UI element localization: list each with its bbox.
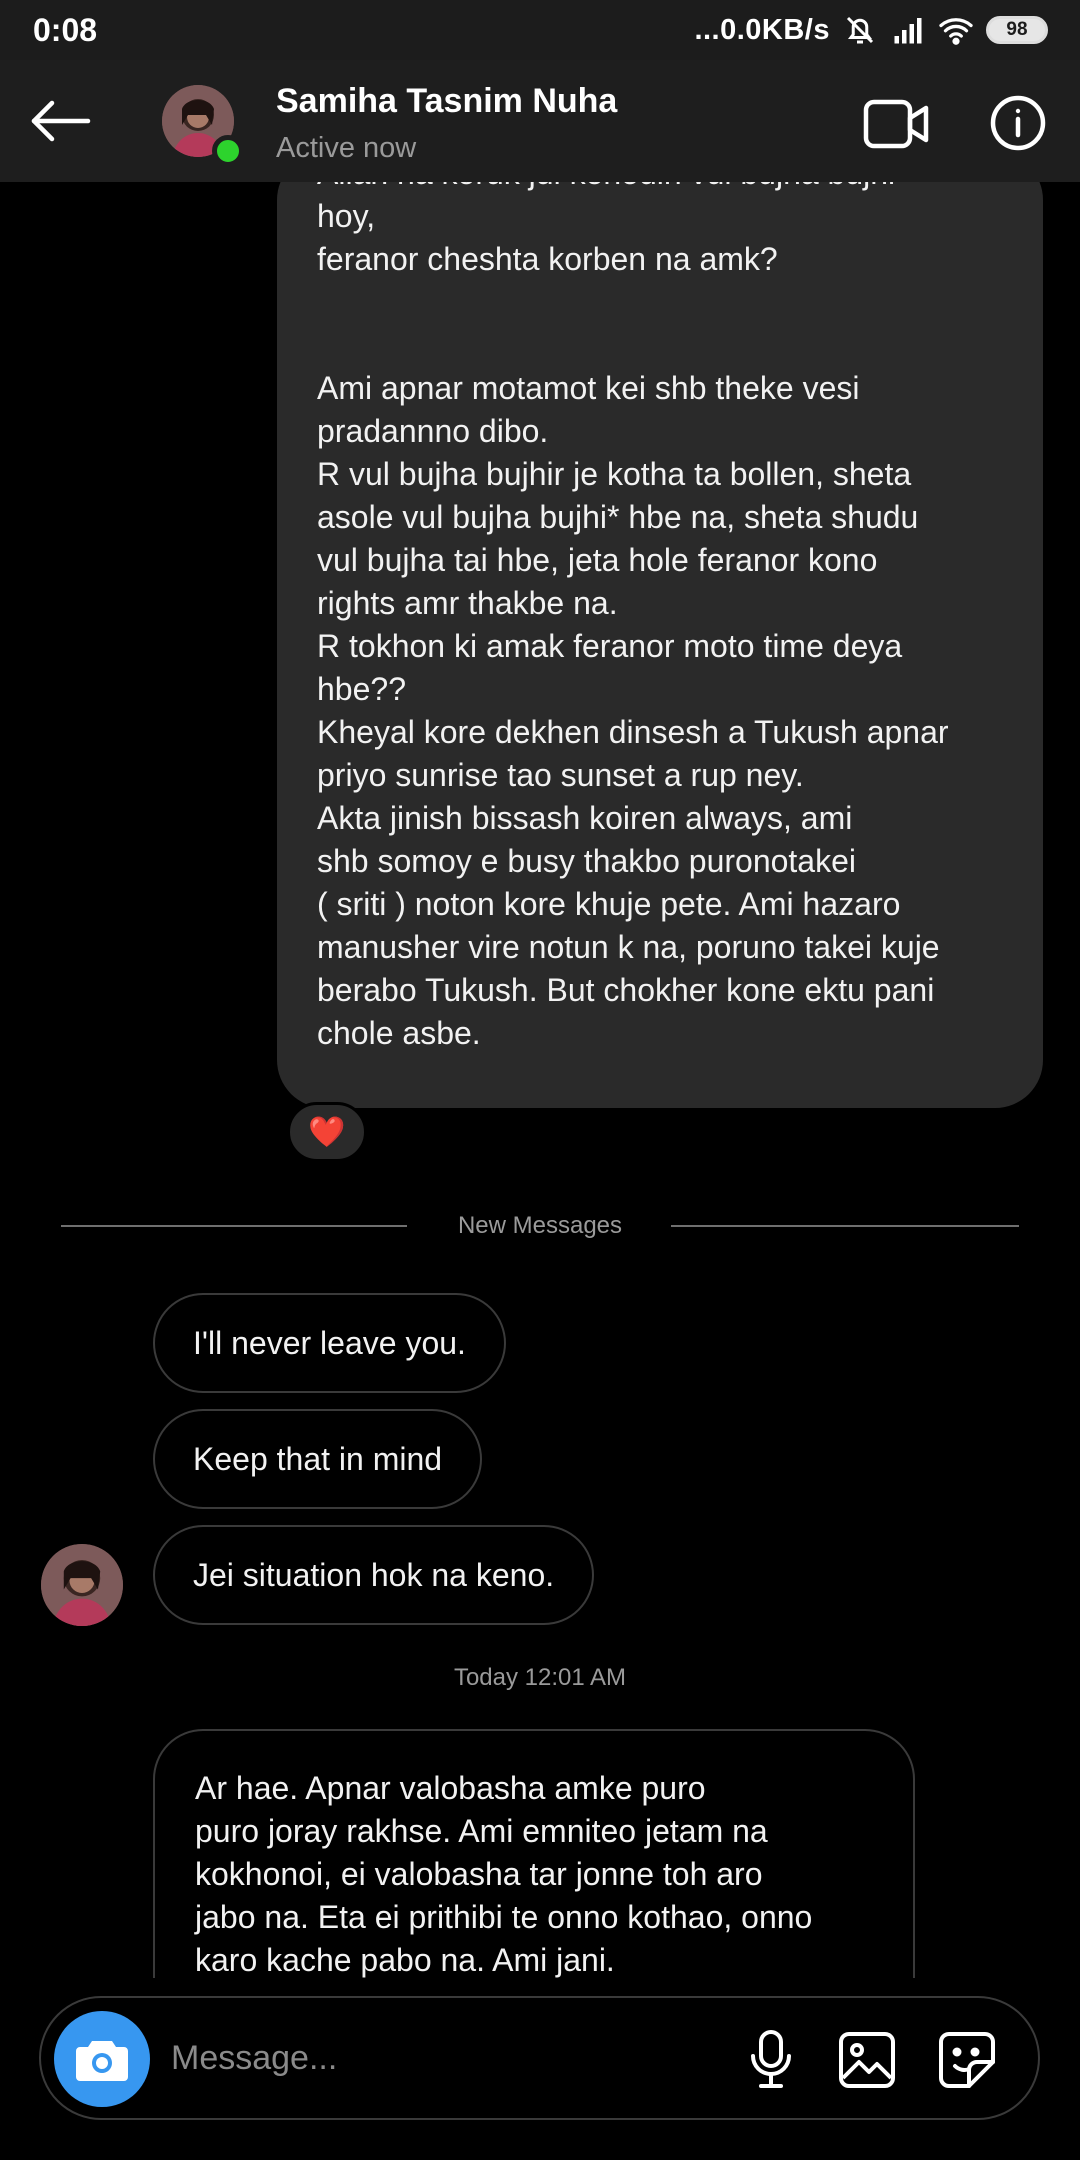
message-line: chole asbe. [317, 1015, 481, 1051]
message-input[interactable] [171, 2028, 691, 2088]
message-line: ( sriti ) noton kore khuje pete. Ami haz… [317, 886, 901, 922]
info-button[interactable] [988, 93, 1048, 153]
message-line: Akta jinish bissash koiren always, ami [317, 800, 853, 836]
message-line [317, 324, 1007, 367]
message-line: kokhonoi, ei valobasha tar jonne toh aro [195, 1856, 763, 1892]
message-line: berabo Tukush. But chokher kone ektu pan… [317, 972, 935, 1008]
message-line: R vul bujha bujhir je kotha ta bollen, s… [317, 456, 912, 492]
status-bar: 0:08 ...0.0KB/s 98 [0, 0, 1080, 60]
wifi-icon [939, 18, 973, 45]
message-line: Ar hae. Apnar valobasha amke puro [195, 1770, 706, 1806]
message-line: vul bujha tai hbe, jeta hole feranor kon… [317, 542, 878, 578]
received-message-text: Ar hae. Apnar valobasha amke puro puro jo… [195, 1767, 885, 1978]
message-line: R tokhon ki amak feranor moto time deya [317, 628, 903, 664]
back-button[interactable] [26, 88, 96, 154]
message-line: hbe?? [317, 671, 406, 707]
status-time: 0:08 [33, 12, 98, 48]
message-line: priyo sunrise tao sunset a rup ney. [317, 757, 804, 793]
sticker-button[interactable] [935, 2028, 999, 2092]
message-line: pradannno dibo. [317, 413, 549, 449]
message-line: feranor cheshta korben na amk? [317, 241, 778, 277]
received-message-bubble[interactable]: I'll never leave you. [153, 1293, 506, 1393]
received-message-text: I'll never leave you. [193, 1324, 466, 1361]
microphone-button[interactable] [741, 2028, 801, 2090]
camera-button[interactable] [54, 2011, 150, 2107]
received-message-bubble[interactable]: Ar hae. Apnar valobasha amke puro puro jo… [153, 1729, 915, 1978]
message-line: Ami apnar motamot kei shb theke vesi [317, 370, 860, 406]
message-line: jabo na. Eta ei prithibi te onno kothao,… [195, 1899, 813, 1935]
message-line: hoy, [317, 198, 376, 234]
info-icon [990, 95, 1046, 151]
contact-status: Active now [276, 132, 417, 164]
chat-header: Samiha Tasnim Nuha Active now [0, 60, 1080, 182]
received-message-text: Keep that in mind [193, 1440, 443, 1477]
video-call-icon [863, 99, 929, 149]
gallery-button[interactable] [835, 2028, 899, 2092]
message-list[interactable]: Allah na koruk jdi konodin vul bujha buj… [0, 182, 1080, 1978]
received-message-bubble[interactable]: Jei situation hok na keno. [153, 1525, 595, 1625]
received-message-bubble[interactable]: Keep that in mind [153, 1409, 483, 1509]
mute-icon [846, 16, 874, 44]
sent-message-bubble[interactable]: Allah na koruk jdi konodin vul bujha buj… [277, 182, 1043, 1108]
message-line: shb somoy e busy thakbo puronotakei [317, 843, 856, 879]
sent-message-text: Allah na koruk jdi konodin vul bujha buj… [317, 182, 1007, 1055]
message-line: manusher vire notun k na, poruno takei k… [317, 929, 940, 965]
sender-avatar[interactable] [41, 1544, 123, 1626]
message-line: karo kache pabo na. Ami jani. [195, 1942, 615, 1978]
microphone-icon [751, 2030, 791, 2088]
message-line: Allah na koruk jdi konodin vul bujha buj… [317, 182, 1007, 195]
divider-line-right [671, 1225, 1019, 1227]
sticker-icon [939, 2032, 995, 2088]
network-speed: ...0.0KB/s [694, 13, 830, 46]
received-message-text: Jei situation hok na keno. [193, 1556, 555, 1593]
back-arrow-icon [31, 100, 91, 142]
message-line: rights amr thakbe na. [317, 585, 618, 621]
camera-icon [76, 2041, 128, 2081]
message-line: asole vul bujha bujhi* hbe na, sheta shu… [317, 499, 919, 535]
online-indicator [212, 135, 244, 167]
contact-name[interactable]: Samiha Tasnim Nuha [276, 82, 617, 121]
signal-icon [894, 18, 922, 44]
contact-avatar-wrap[interactable] [162, 85, 244, 167]
battery-icon: 98 [986, 16, 1048, 44]
heart-reaction-icon: ❤️ [308, 1114, 346, 1150]
message-reaction[interactable]: ❤️ [287, 1102, 367, 1162]
message-composer [39, 1996, 1040, 2120]
message-line [317, 281, 1007, 324]
message-timestamp: Today 12:01 AM [453, 1664, 627, 1691]
gallery-icon [839, 2032, 895, 2088]
video-call-button[interactable] [862, 94, 930, 154]
status-icons: ...0.0KB/s 98 [694, 10, 1048, 50]
battery-level: 98 [1006, 19, 1028, 40]
message-line: Kheyal kore dekhen dinsesh a Tukush apna… [317, 714, 949, 750]
message-line: puro joray rakhse. Ami emniteo jetam na [195, 1813, 768, 1849]
